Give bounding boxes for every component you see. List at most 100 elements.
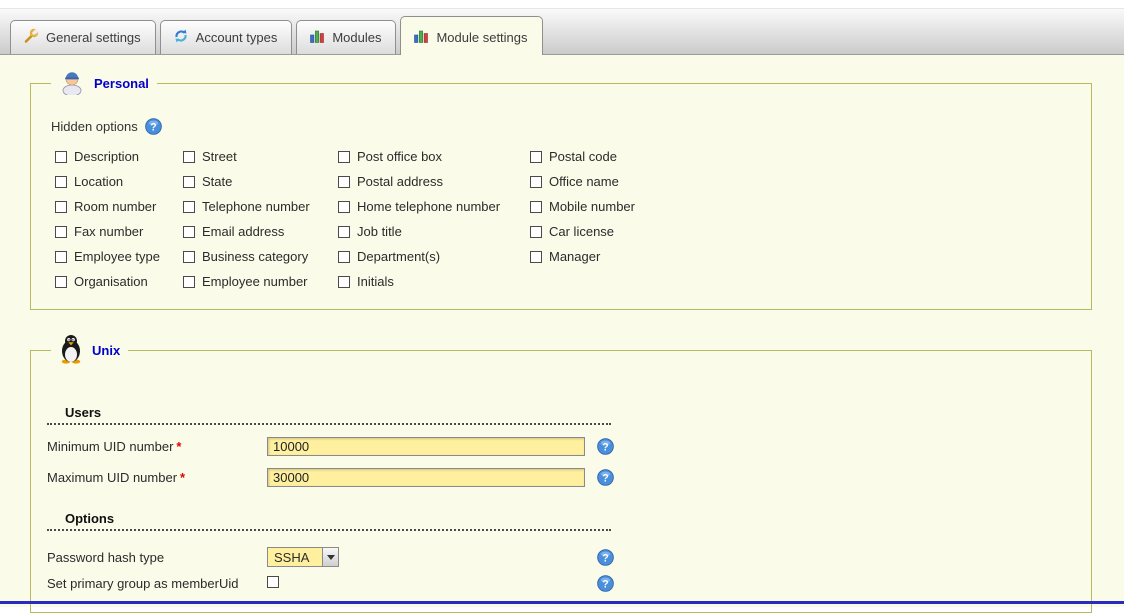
member-uid-row: Set primary group as memberUid ?	[47, 575, 1075, 592]
svg-text:?: ?	[150, 121, 156, 133]
hidden-option-item: Manager	[530, 249, 750, 264]
checkbox[interactable]	[338, 226, 350, 238]
hidden-options-grid: Description Street Post office box Posta…	[55, 149, 1075, 289]
checkbox[interactable]	[338, 251, 350, 263]
help-icon[interactable]: ?	[597, 469, 614, 486]
checkbox[interactable]	[338, 276, 350, 288]
min-uid-row: Minimum UID number* ?	[47, 437, 1075, 456]
tab-modules[interactable]: Modules	[296, 20, 396, 54]
password-hash-row: Password hash type SSHA ?	[47, 547, 1075, 567]
checkbox[interactable]	[55, 151, 67, 163]
person-icon	[59, 69, 85, 98]
module-settings-icon	[413, 28, 429, 47]
min-uid-input[interactable]	[267, 437, 585, 456]
max-uid-input[interactable]	[267, 468, 585, 487]
checkbox[interactable]	[183, 251, 195, 263]
hidden-option-item: Room number	[55, 199, 183, 214]
hidden-option-item: Employee number	[183, 274, 338, 289]
tab-label: General settings	[46, 30, 141, 45]
checkbox[interactable]	[338, 151, 350, 163]
checkbox[interactable]	[530, 176, 542, 188]
hidden-option-item: Street	[183, 149, 338, 164]
checkbox-label: Job title	[357, 224, 402, 239]
checkbox-label: Car license	[549, 224, 614, 239]
checkbox-label: Initials	[357, 274, 394, 289]
hidden-option-item: Home telephone number	[338, 199, 530, 214]
wrench-icon	[23, 28, 39, 47]
hidden-option-item: Department(s)	[338, 249, 530, 264]
checkbox[interactable]	[530, 201, 542, 213]
checkbox[interactable]	[183, 176, 195, 188]
checkbox[interactable]	[55, 176, 67, 188]
checkbox[interactable]	[338, 201, 350, 213]
member-uid-label: Set primary group as memberUid	[47, 576, 267, 591]
checkbox[interactable]	[183, 201, 195, 213]
checkbox-label: Employee type	[74, 249, 160, 264]
svg-text:?: ?	[602, 441, 608, 453]
password-hash-select[interactable]: SSHA	[267, 547, 339, 567]
hidden-option-item: Mobile number	[530, 199, 750, 214]
member-uid-checkbox[interactable]	[267, 576, 279, 588]
tux-icon	[59, 334, 83, 367]
hidden-options-row: Hidden options ?	[51, 118, 1075, 135]
modules-icon	[309, 28, 325, 47]
checkbox[interactable]	[530, 151, 542, 163]
checkbox[interactable]	[183, 151, 195, 163]
hidden-option-item: Postal code	[530, 149, 750, 164]
selected-option-label: SSHA	[268, 548, 322, 566]
tab-label: Account types	[196, 30, 278, 45]
hidden-option-item: Location	[55, 174, 183, 189]
checkbox-label: Employee number	[202, 274, 308, 289]
select-dropdown-button[interactable]	[322, 548, 338, 566]
hidden-options-label: Hidden options	[51, 119, 138, 134]
max-uid-label: Maximum UID number*	[47, 470, 267, 485]
min-uid-label: Minimum UID number*	[47, 439, 267, 454]
tab-general-settings[interactable]: General settings	[10, 20, 156, 54]
help-icon[interactable]: ?	[597, 549, 614, 566]
field-label-text: Maximum UID number	[47, 470, 177, 485]
hidden-option-item: Fax number	[55, 224, 183, 239]
hidden-option-item: Business category	[183, 249, 338, 264]
password-hash-field-wrap: SSHA	[267, 547, 597, 567]
checkbox[interactable]	[55, 226, 67, 238]
checkbox-label: Business category	[202, 249, 308, 264]
module-settings-page: Personal Hidden options ? Description St…	[0, 55, 1124, 607]
tab-bar: General settings Account types Modules	[0, 8, 1124, 55]
checkbox-label: Description	[74, 149, 139, 164]
max-uid-row: Maximum UID number* ?	[47, 468, 1075, 487]
checkbox[interactable]	[55, 201, 67, 213]
checkbox[interactable]	[55, 276, 67, 288]
hidden-option-item: State	[183, 174, 338, 189]
users-section-title: Users	[47, 405, 611, 425]
tab-account-types[interactable]: Account types	[160, 20, 293, 54]
checkbox-label: Email address	[202, 224, 284, 239]
help-icon[interactable]: ?	[597, 438, 614, 455]
checkbox[interactable]	[530, 226, 542, 238]
checkbox[interactable]	[530, 251, 542, 263]
hidden-option-item: Telephone number	[183, 199, 338, 214]
checkbox-label: Organisation	[74, 274, 148, 289]
svg-text:?: ?	[602, 578, 608, 590]
checkbox-label: Office name	[549, 174, 619, 189]
checkbox[interactable]	[183, 276, 195, 288]
options-section-title: Options	[47, 511, 611, 531]
help-icon[interactable]: ?	[145, 118, 162, 135]
hidden-option-item: Postal address	[338, 174, 530, 189]
checkbox-label: Manager	[549, 249, 600, 264]
checkbox[interactable]	[183, 226, 195, 238]
required-marker: *	[180, 470, 185, 485]
hidden-option-item: Office name	[530, 174, 750, 189]
svg-text:?: ?	[602, 472, 608, 484]
checkbox[interactable]	[55, 251, 67, 263]
help-icon[interactable]: ?	[597, 575, 614, 592]
checkbox-label: State	[202, 174, 232, 189]
tab-module-settings[interactable]: Module settings	[400, 16, 542, 55]
hidden-option-item: Initials	[338, 274, 530, 289]
account-types-icon	[173, 28, 189, 47]
checkbox[interactable]	[338, 176, 350, 188]
hidden-option-item: Job title	[338, 224, 530, 239]
password-hash-label: Password hash type	[47, 550, 267, 565]
hidden-option-item: Post office box	[338, 149, 530, 164]
hidden-option-item: Description	[55, 149, 183, 164]
unix-legend: Unix	[51, 334, 128, 367]
